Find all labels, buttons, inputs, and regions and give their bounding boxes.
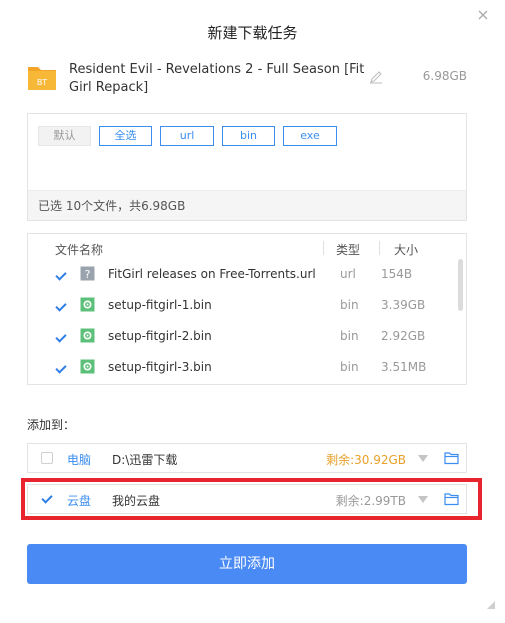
- header-name: 文件名称: [55, 243, 104, 257]
- file-name: setup-fitgirl-1.bin: [108, 298, 212, 312]
- file-row[interactable]: ? FitGirl releases on Free-Torrents.url …: [28, 261, 466, 292]
- gear-file-icon: [80, 328, 95, 343]
- file-name: FitGirl releases on Free-Torrents.url: [108, 267, 316, 281]
- header-size: 大小: [394, 243, 419, 257]
- task-name: Resident Evil - Revelations 2 - Full Sea…: [69, 62, 365, 95]
- close-icon[interactable]: [476, 8, 490, 22]
- highlight-annotation-box: [21, 478, 482, 520]
- dialog-title: 新建下载任务: [207, 24, 298, 42]
- filter-tags: 默认 全选 url bin exe: [38, 126, 337, 146]
- file-type: bin: [340, 360, 359, 374]
- file-checkbox[interactable]: [55, 363, 67, 375]
- column-divider[interactable]: [379, 241, 380, 255]
- file-size: 2.92GB: [381, 329, 426, 343]
- svg-text:?: ?: [85, 268, 91, 281]
- destination-local[interactable]: 电脑 D:\迅雷下载 剩余:30.92GB: [27, 443, 467, 473]
- file-checkbox[interactable]: [55, 301, 67, 313]
- file-row[interactable]: setup-fitgirl-3.bin bin 3.51MB: [28, 354, 466, 384]
- filter-tag-bin[interactable]: bin: [222, 126, 275, 146]
- file-filter-panel: 默认 全选 url bin exe 已选 10个文件，共6.98GB: [27, 113, 467, 221]
- filter-tag-default[interactable]: 默认: [38, 126, 91, 146]
- file-name: setup-fitgirl-3.bin: [108, 360, 212, 374]
- file-row[interactable]: setup-fitgirl-1.bin bin 3.39GB: [28, 292, 466, 323]
- folder-icon[interactable]: [444, 451, 459, 465]
- header-type: 类型: [336, 243, 361, 257]
- gear-file-icon: [80, 297, 95, 312]
- file-list-header: 文件名称 类型 大小: [28, 234, 466, 261]
- resize-grip-icon[interactable]: [487, 601, 495, 609]
- file-checkbox[interactable]: [55, 332, 67, 344]
- file-checkbox[interactable]: [55, 270, 67, 282]
- file-size: 154B: [381, 267, 413, 281]
- file-list: 文件名称 类型 大小 ? FitGirl releases on Free-To…: [27, 233, 467, 385]
- filter-tag-url[interactable]: url: [160, 126, 214, 146]
- file-type: url: [340, 267, 356, 281]
- bt-torrent-icon: BT: [28, 67, 56, 90]
- edit-icon[interactable]: [369, 70, 383, 84]
- destination-local-name[interactable]: 电脑: [67, 451, 91, 468]
- file-row[interactable]: setup-fitgirl-2.bin bin 2.92GB: [28, 323, 466, 354]
- destination-local-checkbox[interactable]: [41, 452, 53, 464]
- chevron-down-icon[interactable]: [418, 455, 428, 462]
- selected-summary: 已选 10个文件，共6.98GB: [28, 190, 466, 220]
- file-list-scrollbar[interactable]: [458, 259, 463, 311]
- task-size: 6.98GB: [422, 69, 467, 83]
- filter-tag-exe[interactable]: exe: [283, 126, 337, 146]
- file-size: 3.39GB: [381, 298, 426, 312]
- file-size: 3.51MB: [381, 360, 427, 374]
- question-file-icon: ?: [80, 266, 95, 281]
- bt-icon-label: BT: [37, 78, 47, 87]
- file-type: bin: [340, 329, 359, 343]
- destination-local-path: D:\迅雷下载: [112, 453, 178, 467]
- file-name: setup-fitgirl-2.bin: [108, 329, 212, 343]
- filter-tag-select-all[interactable]: 全选: [99, 126, 152, 146]
- add-to-label: 添加到：: [27, 418, 76, 432]
- column-divider[interactable]: [323, 241, 324, 255]
- file-type: bin: [340, 298, 359, 312]
- add-now-button[interactable]: 立即添加: [27, 544, 467, 584]
- destination-local-free-space: 剩余:30.92GB: [326, 453, 406, 467]
- gear-file-icon: [80, 359, 95, 374]
